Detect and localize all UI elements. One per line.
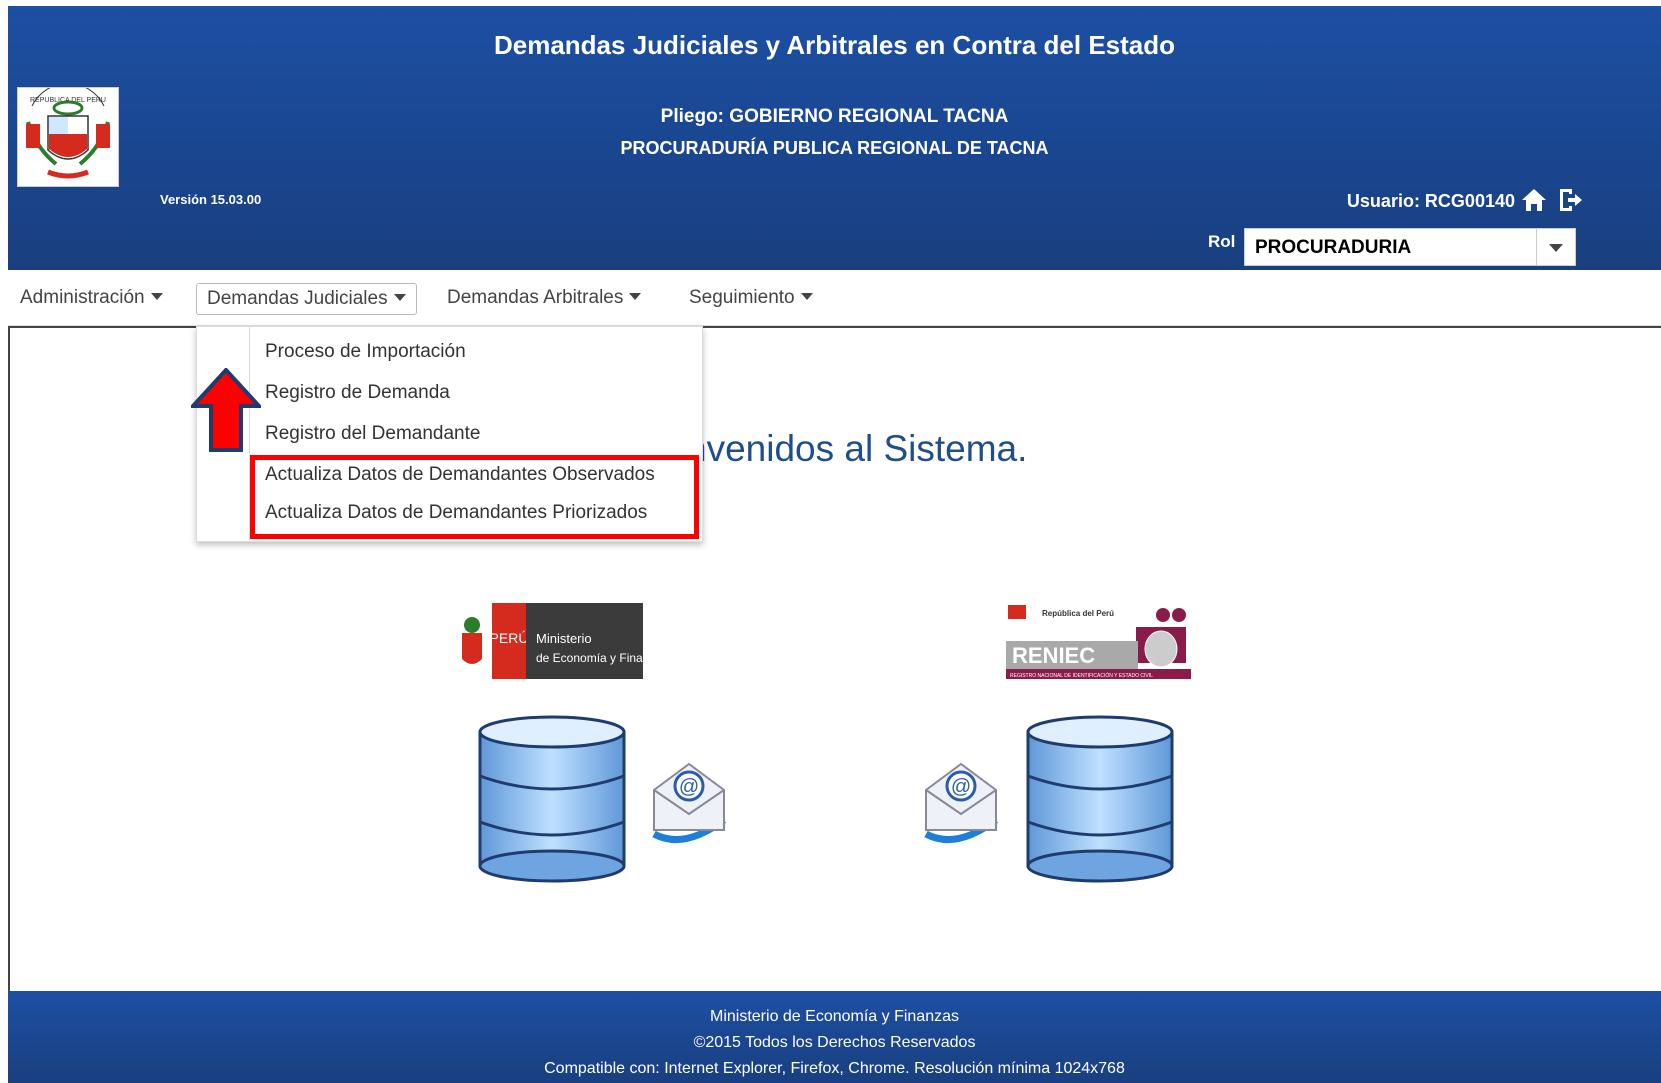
caret-down-icon: [393, 294, 406, 307]
svg-text:Ministerio: Ministerio: [536, 631, 592, 646]
svg-text:@: @: [679, 776, 699, 798]
menu-label: Administración: [20, 287, 145, 308]
chevron-down-icon[interactable]: [1536, 229, 1575, 265]
welcome-message: nvenidos al Sistema.: [686, 428, 1028, 469]
svg-text:RENIEC: RENIEC: [1012, 643, 1095, 668]
version-label: Versión 15.03.00: [160, 192, 262, 207]
rol-label: Rol: [1208, 232, 1236, 251]
home-icon[interactable]: [1520, 186, 1548, 214]
app-title: Demandas Judiciales y Arbitrales en Cont…: [493, 30, 1176, 60]
reniec-logo: República del Perú RENIEC REGISTRO NACIO…: [1006, 603, 1191, 679]
caret-down-icon: [150, 293, 163, 306]
menu-administracion[interactable]: Administración: [10, 283, 173, 313]
user-label: Usuario: RCG00140: [1346, 191, 1515, 211]
email-icon: @: [916, 750, 1006, 850]
menu-label: Demandas Arbitrales: [447, 287, 624, 308]
email-icon: @: [644, 750, 734, 850]
svg-text:@: @: [951, 776, 971, 798]
caret-down-icon: [629, 293, 642, 306]
app-header: Demandas Judiciales y Arbitrales en Cont…: [8, 6, 1661, 270]
arrow-up-icon: [191, 368, 261, 452]
footer-copyright: ©2015 Todos los Derechos Reservados: [693, 1034, 976, 1051]
svg-text:REGISTRO NACIONAL DE IDENTIFIC: REGISTRO NACIONAL DE IDENTIFICACIÓN Y ES…: [1010, 672, 1153, 679]
menu-demandas-judiciales[interactable]: Demandas Judiciales: [196, 283, 417, 315]
dropdown-item-registro-demandante[interactable]: Registro del Demandante: [265, 423, 480, 445]
mef-logo: PERÚ Ministerio de Economía y Finanzas: [458, 603, 668, 679]
main-menu-bar: Administración Demandas Judiciales Deman…: [8, 271, 1661, 326]
database-icon: [476, 714, 628, 884]
pliego-label: Pliego: GOBIERNO REGIONAL TACNA: [660, 106, 1009, 127]
rol-select[interactable]: PROCURADURIA: [1244, 228, 1576, 266]
rol-selected-value: PROCURADURIA: [1255, 237, 1412, 258]
menu-label: Demandas Judiciales: [207, 288, 388, 309]
app-footer: Ministerio de Economía y Finanzas ©2015 …: [8, 991, 1661, 1083]
svg-text:de Economía y Finanzas: de Economía y Finanzas: [536, 651, 643, 665]
svg-text:República del Perú: República del Perú: [1042, 609, 1114, 618]
svg-text:PERÚ: PERÚ: [490, 630, 529, 646]
procuraduria-label: PROCURADURÍA PUBLICA REGIONAL DE TACNA: [620, 138, 1049, 158]
coat-of-arms-logo: REPUBLICA DEL PERU: [17, 83, 119, 187]
dropdown-item-registro-demanda[interactable]: Registro de Demanda: [265, 382, 450, 404]
dropdown-item-proceso-importacion[interactable]: Proceso de Importación: [265, 341, 466, 363]
caret-down-icon: [800, 293, 813, 306]
menu-demandas-arbitrales[interactable]: Demandas Arbitrales: [437, 283, 651, 313]
logout-icon[interactable]: [1556, 186, 1584, 214]
footer-compatibility: Compatible con: Internet Explorer, Firef…: [544, 1060, 1125, 1077]
footer-ministry: Ministerio de Economía y Finanzas: [710, 1008, 959, 1025]
menu-label: Seguimiento: [689, 287, 795, 308]
database-icon: [1024, 714, 1176, 884]
menu-seguimiento[interactable]: Seguimiento: [679, 283, 823, 313]
highlight-box: [250, 455, 699, 539]
